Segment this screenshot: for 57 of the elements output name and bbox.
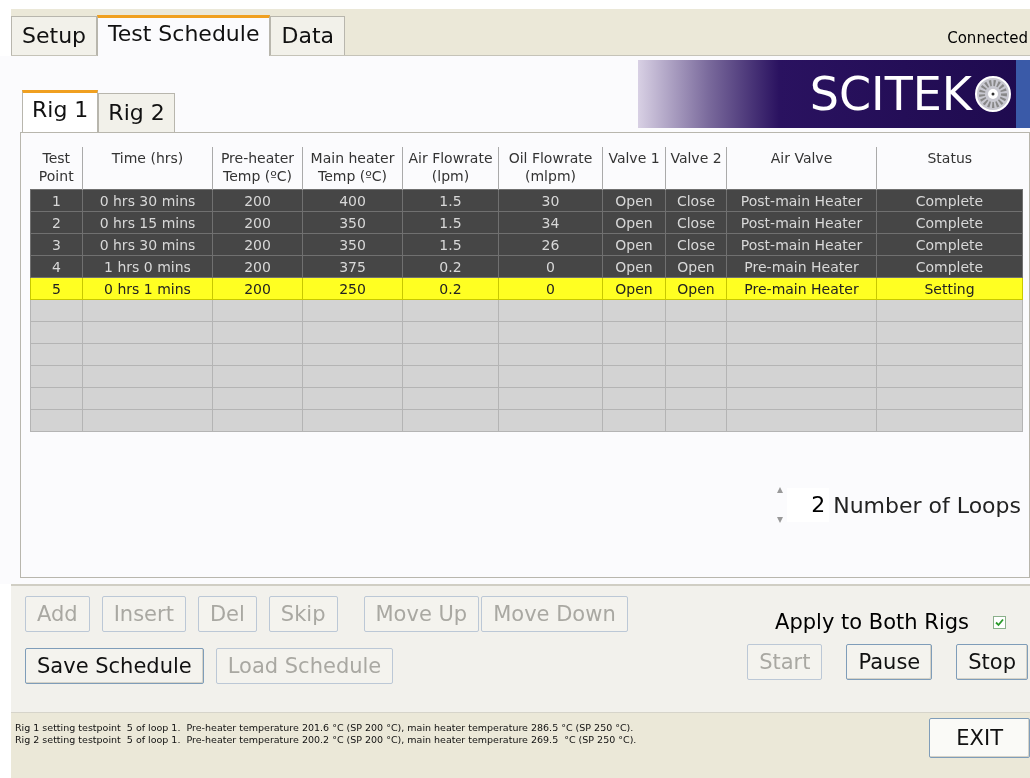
table-cell: Post-main Heater: [726, 189, 877, 212]
table-cell: 1: [30, 189, 83, 212]
table-cell: 3: [30, 233, 83, 256]
table-cell: Pre-main Heater: [726, 255, 877, 278]
table-cell: 2: [30, 211, 83, 234]
spinner-arrows-icon[interactable]: [775, 485, 786, 525]
column-header: Air Valve: [770, 149, 833, 167]
table-cell: 4: [30, 255, 83, 278]
column-header: Status: [927, 149, 973, 167]
table-cell: 1 hrs 0 mins: [82, 255, 213, 278]
logo-text: SCITEK: [809, 67, 972, 121]
column-header: Valve 2: [670, 149, 722, 167]
column-header: Oil Flowrate (mlpm): [508, 149, 593, 185]
tab[interactable]: Setup: [11, 16, 98, 55]
status-message: Rig 1 setting testpoint 5 of loop 1. Pre-heater temperature 201.6 °C (SP 200 °C), main heater temperature 286.5 °C (SP 250 °C).: [15, 722, 635, 734]
column-header: Time (hrs): [111, 149, 184, 167]
table-cell: 1.5: [402, 189, 499, 212]
table-cell: Setting: [876, 277, 1023, 300]
table-cell: Complete: [876, 189, 1023, 212]
tab[interactable]: Test Schedule: [97, 15, 271, 56]
column-header: Valve 1: [608, 149, 660, 167]
exit-button[interactable]: EXIT: [929, 718, 1030, 758]
rig-tab[interactable]: Rig 1: [22, 90, 99, 133]
apply-both-label: Apply to Both Rigs: [775, 610, 969, 634]
loops-spinner[interactable]: 2: [775, 485, 830, 525]
table-cell: 400: [302, 189, 403, 212]
column-header: Air Flowrate (lpm): [408, 149, 493, 185]
table-cell: 0 hrs 30 mins: [82, 233, 213, 256]
button[interactable]: Pause: [846, 644, 933, 680]
rig-tab[interactable]: Rig 2: [98, 93, 175, 132]
table-cell: 0 hrs 1 mins: [82, 277, 213, 300]
table-cell: Post-main Heater: [726, 233, 877, 256]
table-cell: 200: [212, 189, 303, 212]
button[interactable]: Stop: [956, 644, 1028, 680]
table-cell: 5: [30, 277, 83, 300]
loops-value: 2: [787, 488, 830, 522]
table-cell: Close: [665, 189, 727, 212]
tab[interactable]: Data: [270, 16, 345, 55]
button[interactable]: Save Schedule: [25, 648, 204, 684]
logo-stripe: [1016, 60, 1030, 128]
table-cell: Complete: [876, 233, 1023, 256]
table-cell: Pre-main Heater: [726, 277, 877, 300]
column-header: Test Point: [38, 149, 74, 185]
column-header: Pre-heater Temp (ºC): [220, 149, 295, 185]
table-cell: 0 hrs 30 mins: [82, 189, 213, 212]
connection-status: Connected: [947, 29, 1028, 47]
checkbox[interactable]: [993, 615, 1006, 629]
table-cell: 0 hrs 15 mins: [82, 211, 213, 234]
table-cell: Open: [602, 189, 666, 212]
table-cell: 30: [498, 189, 603, 212]
table-cell: Post-main Heater: [726, 211, 877, 234]
column-header: Main heater Temp (ºC): [310, 149, 395, 185]
wheel-icon: [974, 75, 1012, 113]
status-message: Rig 2 setting testpoint 5 of loop 1. Pre-heater temperature 200.2 °C (SP 200 °C), main heater temperature 269.5 °C (SP 250 °C).: [15, 734, 637, 746]
table-cell: Complete: [876, 255, 1023, 278]
table-cell: Complete: [876, 211, 1023, 234]
loops-label: Number of Loops: [833, 492, 1021, 518]
